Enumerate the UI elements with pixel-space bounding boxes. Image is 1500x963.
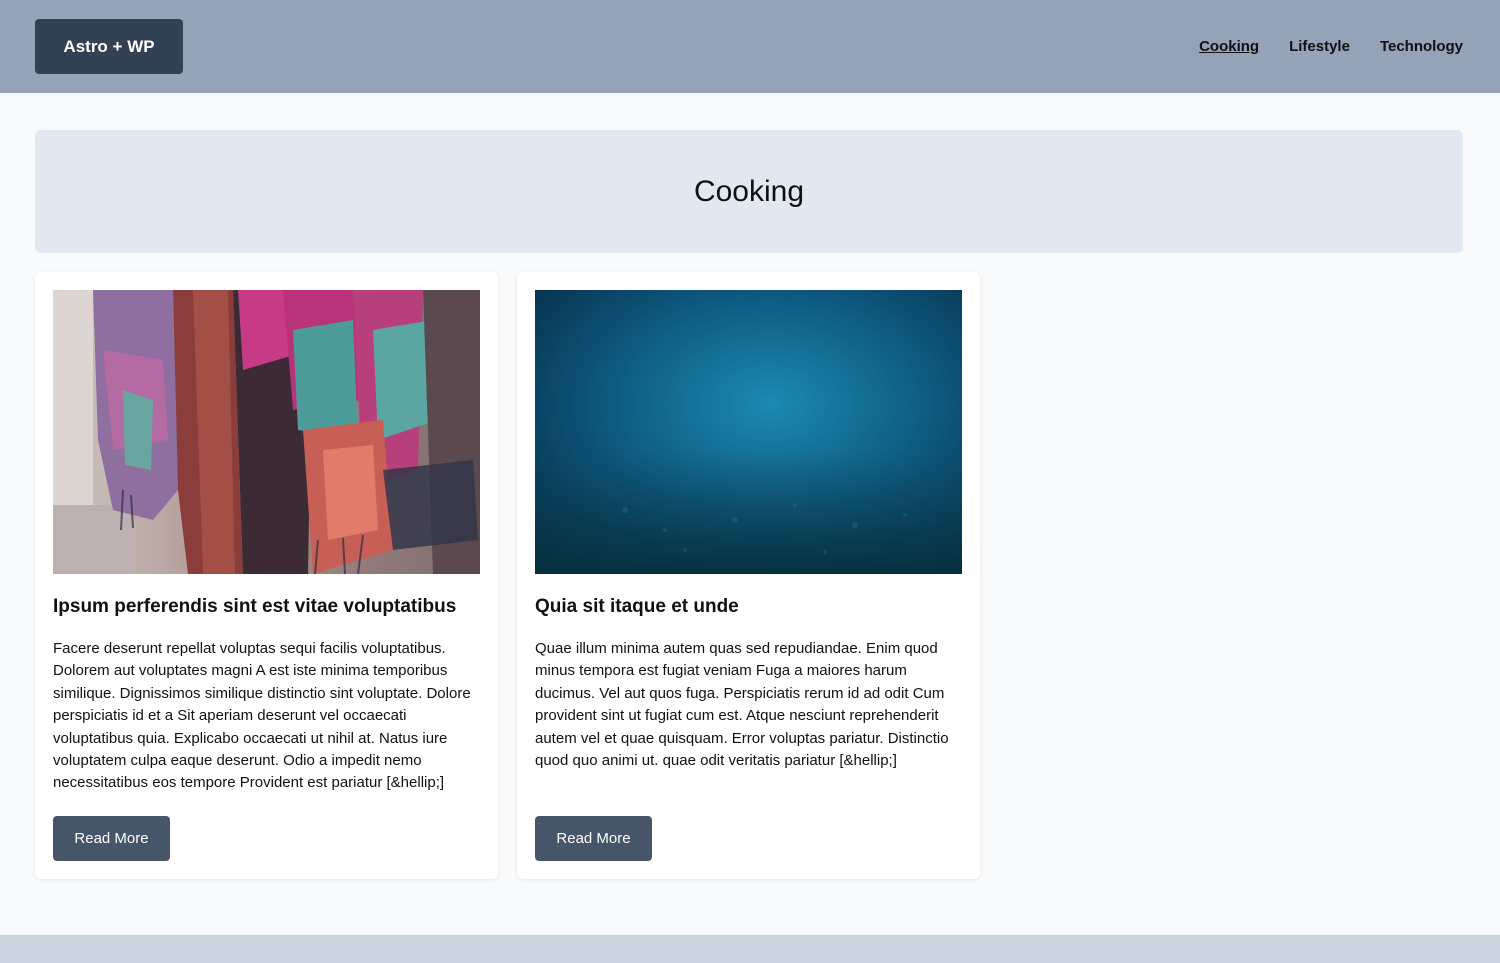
post-title[interactable]: Ipsum perferendis sint est vitae volupta… (53, 595, 483, 619)
post-excerpt: Quae illum minima autem quas sed repudia… (535, 640, 949, 770)
post-thumbnail (53, 290, 480, 574)
nav-link-lifestyle[interactable]: Lifestyle (1289, 37, 1350, 57)
woven-blanket-image (53, 290, 480, 574)
underwater-ocean-image (535, 290, 962, 574)
site-logo-link[interactable]: Astro + WP (35, 19, 183, 74)
post-card: Ipsum perferendis sint est vitae volupta… (35, 272, 498, 879)
post-excerpt: Facere deserunt repellat voluptas sequi … (53, 640, 471, 792)
nav-link-cooking[interactable]: Cooking (1199, 37, 1259, 57)
post-card: Quia sit itaque et unde Quae illum minim… (517, 272, 980, 879)
read-more-button[interactable]: Read More (53, 816, 170, 861)
category-banner: Cooking (35, 130, 1463, 253)
main-nav: Cooking Lifestyle Technology (1199, 37, 1463, 57)
post-thumbnail (535, 290, 962, 574)
post-title[interactable]: Quia sit itaque et unde (535, 595, 965, 619)
read-more-button[interactable]: Read More (535, 816, 652, 861)
page-title: Cooking (693, 174, 805, 208)
site-footer (0, 935, 1500, 963)
nav-link-technology[interactable]: Technology (1380, 37, 1463, 57)
site-header: Astro + WP Cooking Lifestyle Technology (0, 0, 1500, 93)
